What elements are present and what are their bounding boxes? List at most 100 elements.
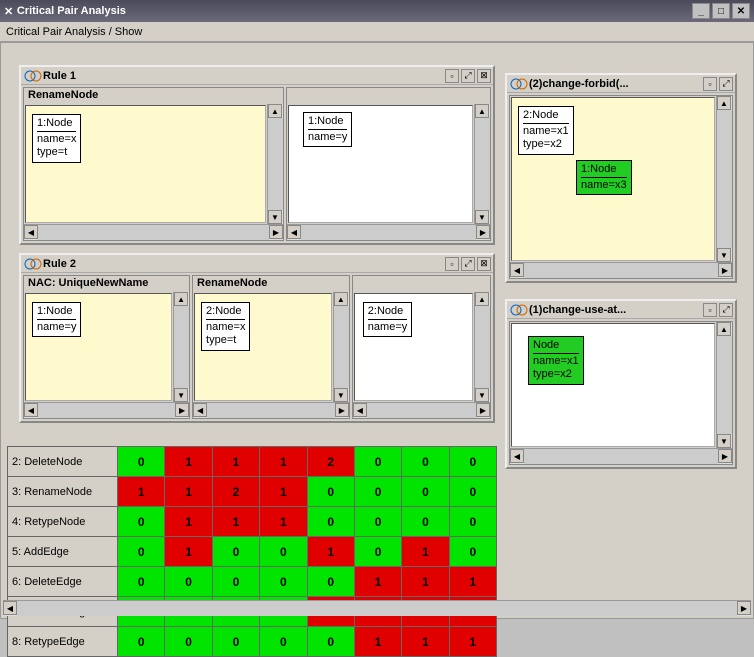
graph-node[interactable]: 1:Node name=y	[303, 112, 352, 147]
matrix-cell[interactable]: 0	[307, 627, 354, 657]
matrix-cell[interactable]: 0	[118, 627, 165, 657]
rule2-canvas-0[interactable]: 1:Node name=y	[25, 293, 172, 401]
matrix-cell[interactable]: 0	[260, 567, 307, 597]
matrix-cell[interactable]: 0	[449, 477, 496, 507]
close-button[interactable]: ✕	[732, 3, 750, 19]
hscroll[interactable]: ◀▶	[510, 262, 732, 278]
matrix-cell[interactable]: 1	[354, 567, 401, 597]
matrix-cell[interactable]: 0	[449, 507, 496, 537]
matrix-cell[interactable]: 2	[307, 447, 354, 477]
vscroll[interactable]: ▲▼	[173, 292, 189, 402]
vscroll[interactable]: ▲▼	[716, 322, 732, 448]
matrix-cell[interactable]: 0	[402, 507, 449, 537]
matrix-cell[interactable]: 0	[165, 627, 212, 657]
rule2-canvas-1[interactable]: 2:Node name=x type=t	[194, 293, 332, 401]
graph-node[interactable]: 2:Node name=y	[363, 302, 412, 337]
matrix-cell[interactable]: 0	[354, 477, 401, 507]
hscroll[interactable]: ◀▶	[353, 402, 490, 418]
graph-node[interactable]: 1:Node name=x3	[576, 160, 632, 195]
matrix-cell[interactable]: 0	[402, 477, 449, 507]
matrix-cell[interactable]: 0	[307, 507, 354, 537]
hscroll[interactable]: ◀▶	[24, 402, 189, 418]
matrix-cell[interactable]: 0	[212, 627, 259, 657]
vscroll[interactable]: ▲▼	[474, 104, 490, 224]
matrix-cell[interactable]: 0	[212, 537, 259, 567]
matrix-cell[interactable]: 0	[402, 447, 449, 477]
matrix-cell[interactable]: 0	[307, 567, 354, 597]
maximize-icon[interactable]: ⤢	[719, 303, 733, 317]
rule1-canvas-1[interactable]: 1:Node name=y	[288, 105, 473, 223]
rule2-p1-title: RenameNode	[193, 276, 349, 292]
hscroll[interactable]: ◀▶	[193, 402, 349, 418]
maximize-icon[interactable]: ⤢	[461, 69, 475, 83]
maximize-icon[interactable]: ⤢	[461, 257, 475, 271]
graph-node[interactable]: 2:Node name=x type=t	[201, 302, 250, 351]
iconify-button[interactable]: ▫	[445, 69, 459, 83]
matrix-cell[interactable]: 0	[118, 447, 165, 477]
matrix-cell[interactable]: 0	[449, 537, 496, 567]
matrix-cell[interactable]: 0	[118, 507, 165, 537]
hscroll[interactable]: ◀▶	[510, 448, 732, 464]
matrix-cell[interactable]: 0	[165, 567, 212, 597]
maximize-icon[interactable]: ⤢	[719, 77, 733, 91]
matrix-cell[interactable]: 1	[165, 477, 212, 507]
rule2-p0-title: NAC: UniqueNewName	[24, 276, 189, 292]
critical-pair-matrix[interactable]: 2: DeleteNode011120003: RenameNode112100…	[7, 446, 497, 657]
matrix-cell[interactable]: 1	[402, 537, 449, 567]
overlap1-canvas[interactable]: Node name=x1 type=x2	[511, 323, 715, 447]
vscroll[interactable]: ▲▼	[267, 104, 283, 224]
breadcrumb[interactable]: Critical Pair Analysis / Show	[6, 26, 142, 38]
matrix-cell[interactable]: 0	[118, 537, 165, 567]
matrix-cell[interactable]: 0	[260, 627, 307, 657]
hscroll[interactable]: ◀▶	[24, 224, 283, 240]
vscroll[interactable]: ▲▼	[474, 292, 490, 402]
minimize-button[interactable]: _	[692, 3, 710, 19]
matrix-cell[interactable]: 1	[449, 567, 496, 597]
close-icon[interactable]: ⊠	[477, 69, 491, 83]
window-titlebar: ✕ Critical Pair Analysis _ □ ✕	[0, 0, 754, 22]
matrix-cell[interactable]: 0	[118, 567, 165, 597]
graph-node[interactable]: 1:Node name=y	[32, 302, 81, 337]
matrix-cell[interactable]: 1	[402, 567, 449, 597]
workspace-hscroll[interactable]: ◀▶	[3, 600, 751, 616]
vscroll[interactable]: ▲▼	[716, 96, 732, 262]
matrix-cell[interactable]: 1	[354, 627, 401, 657]
graph-node[interactable]: Node name=x1 type=x2	[528, 336, 584, 385]
matrix-cell[interactable]: 0	[260, 537, 307, 567]
overlap1-title: (1)change-use-at...	[529, 304, 701, 316]
matrix-cell[interactable]: 1	[118, 477, 165, 507]
vscroll[interactable]: ▲▼	[333, 292, 349, 402]
graph-node[interactable]: 2:Node name=x1 type=x2	[518, 106, 574, 155]
matrix-cell[interactable]: 0	[354, 507, 401, 537]
rule2-panel-2: 2:Node name=y ▲▼ ◀▶	[352, 275, 491, 419]
graph-node[interactable]: 1:Node name=x type=t	[32, 114, 81, 163]
matrix-cell[interactable]: 1	[212, 507, 259, 537]
maximize-button[interactable]: □	[712, 3, 730, 19]
rule1-canvas-0[interactable]: 1:Node name=x type=t	[25, 105, 266, 223]
matrix-cell[interactable]: 0	[212, 567, 259, 597]
iconify-button[interactable]: ▫	[703, 77, 717, 91]
rule2-canvas-2[interactable]: 2:Node name=y	[354, 293, 473, 401]
matrix-cell[interactable]: 2	[212, 477, 259, 507]
matrix-cell[interactable]: 1	[449, 627, 496, 657]
iconify-button[interactable]: ▫	[445, 257, 459, 271]
matrix-cell[interactable]: 1	[165, 507, 212, 537]
iconify-button[interactable]: ▫	[703, 303, 717, 317]
matrix-cell[interactable]: 1	[165, 447, 212, 477]
overlap2-canvas[interactable]: 2:Node name=x1 type=x2 1:Node name=x3	[511, 97, 715, 261]
matrix-cell[interactable]: 0	[354, 447, 401, 477]
matrix-cell[interactable]: 0	[449, 447, 496, 477]
rule1-panel-1: 1:Node name=y ▲▼ ◀▶	[286, 87, 491, 241]
matrix-cell[interactable]: 1	[307, 537, 354, 567]
matrix-cell[interactable]: 0	[354, 537, 401, 567]
matrix-cell[interactable]: 1	[260, 477, 307, 507]
matrix-cell[interactable]: 1	[260, 507, 307, 537]
matrix-cell[interactable]: 0	[307, 477, 354, 507]
close-icon[interactable]: ⊠	[477, 257, 491, 271]
matrix-cell[interactable]: 1	[402, 627, 449, 657]
matrix-cell[interactable]: 1	[165, 537, 212, 567]
overlap2-frame: (2)change-forbid(... ▫ ⤢ 2:Node name=x1 …	[505, 73, 737, 283]
matrix-cell[interactable]: 1	[260, 447, 307, 477]
hscroll[interactable]: ◀▶	[287, 224, 490, 240]
matrix-cell[interactable]: 1	[212, 447, 259, 477]
